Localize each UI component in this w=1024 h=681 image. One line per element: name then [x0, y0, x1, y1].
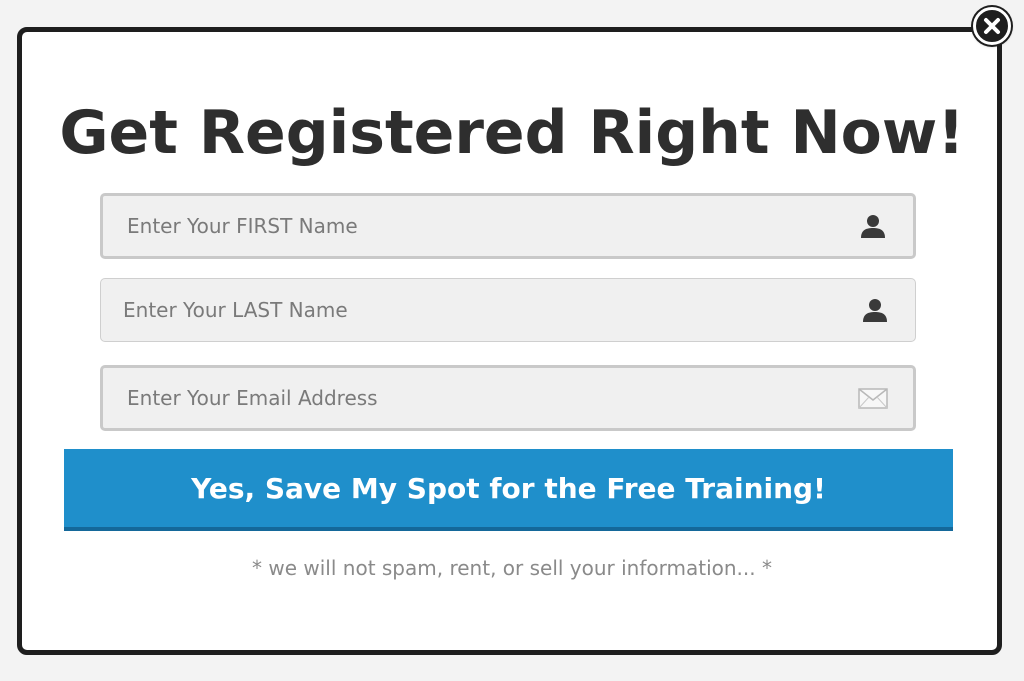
close-button[interactable]	[973, 7, 1011, 45]
save-my-spot-button[interactable]: Yes, Save My Spot for the Free Training!	[64, 449, 953, 531]
email-field[interactable]	[100, 365, 916, 431]
last-name-input[interactable]	[123, 279, 823, 341]
user-icon	[863, 299, 887, 322]
close-icon	[984, 18, 1000, 34]
first-name-field[interactable]	[100, 193, 916, 259]
email-input[interactable]	[127, 368, 827, 428]
privacy-disclaimer: * we will not spam, rent, or sell your i…	[252, 556, 772, 580]
popup-title: Get Registered Right Now!	[59, 98, 965, 168]
user-icon	[861, 215, 885, 238]
envelope-icon	[858, 388, 888, 409]
last-name-field[interactable]	[100, 278, 916, 342]
first-name-input[interactable]	[127, 196, 827, 256]
